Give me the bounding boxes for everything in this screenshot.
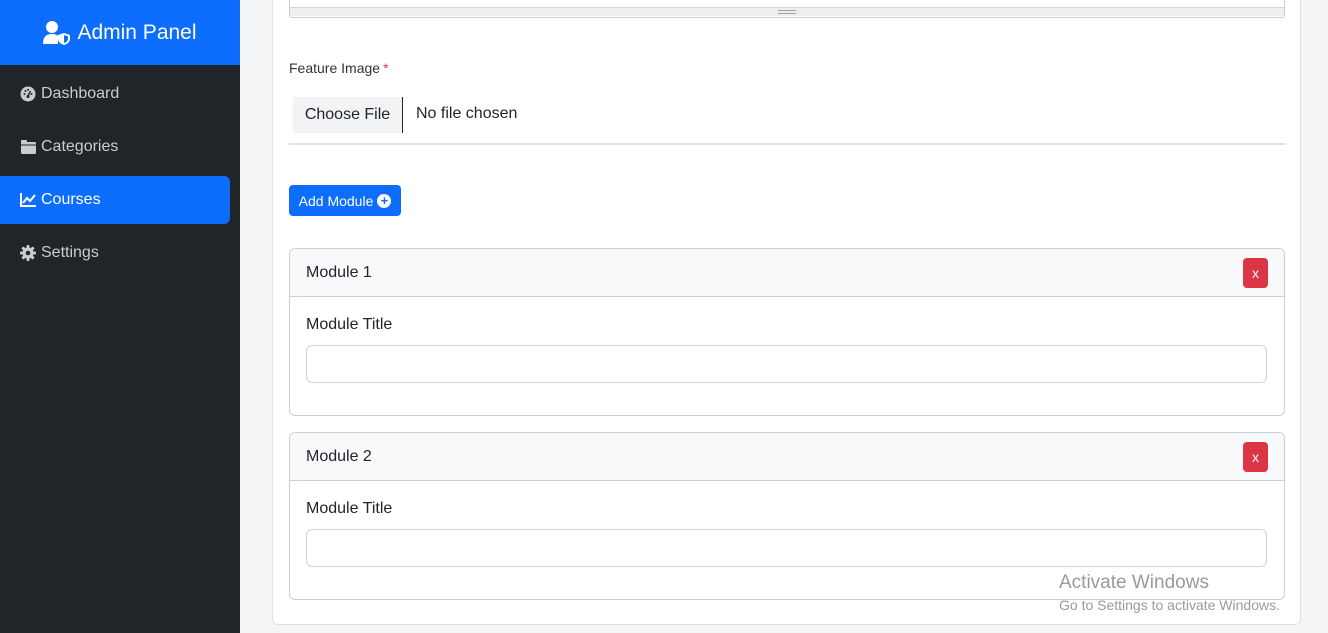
chart-line-icon — [20, 192, 36, 208]
module-title-label: Module Title — [306, 316, 393, 333]
sidebar: Admin Panel Dashboard Categories Courses… — [0, 0, 240, 633]
module-body: Module Title — [290, 481, 1284, 567]
windows-activation-watermark: Activate Windows Go to Settings to activ… — [1059, 572, 1280, 613]
remove-module-button[interactable]: x — [1243, 442, 1268, 472]
module-body: Module Title — [290, 297, 1284, 383]
user-shield-icon — [43, 20, 71, 45]
watermark-subtitle: Go to Settings to activate Windows. — [1059, 597, 1280, 613]
sidebar-item-categories[interactable]: Categories — [0, 123, 230, 171]
module-header-title: Module 2 — [306, 447, 372, 465]
add-module-button[interactable]: Add Module + — [289, 185, 401, 216]
file-status-text: No file chosen — [416, 105, 518, 122]
module-title-input[interactable] — [306, 529, 1267, 567]
module-header: Module 2 x — [290, 433, 1284, 481]
feature-image-label: Feature Image * — [289, 60, 389, 76]
sidebar-item-settings[interactable]: Settings — [0, 229, 230, 277]
sidebar-item-label: Courses — [41, 191, 101, 208]
editor-statusbar — [289, 0, 1285, 18]
module-title-input[interactable] — [306, 345, 1267, 383]
sidebar-nav: Dashboard Categories Courses Settings — [0, 65, 240, 277]
sidebar-item-courses[interactable]: Courses — [0, 176, 230, 224]
watermark-title: Activate Windows — [1059, 572, 1209, 593]
gear-icon — [20, 245, 36, 261]
feature-image-label-text: Feature Image — [289, 60, 381, 76]
required-mark: * — [383, 60, 389, 76]
plus-circle-icon: + — [377, 193, 392, 208]
tachometer-icon — [20, 86, 36, 102]
resize-grip-icon[interactable] — [778, 10, 796, 14]
module-card: Module 1 x Module Title — [289, 248, 1285, 416]
course-form-card: Feature Image * Choose File No file chose… — [272, 0, 1301, 625]
feature-image-input[interactable]: Choose File No file chosen — [289, 97, 1285, 145]
folder-icon — [20, 139, 36, 155]
sidebar-item-dashboard[interactable]: Dashboard — [0, 70, 230, 118]
sidebar-item-label: Dashboard — [41, 85, 120, 102]
choose-file-button[interactable]: Choose File — [293, 97, 403, 133]
sidebar-item-label: Categories — [41, 138, 119, 155]
brand[interactable]: Admin Panel — [0, 0, 240, 65]
remove-module-button[interactable]: x — [1243, 258, 1268, 288]
module-header: Module 1 x — [290, 249, 1284, 297]
module-header-title: Module 1 — [306, 263, 372, 281]
module-title-label: Module Title — [306, 500, 393, 517]
sidebar-item-label: Settings — [41, 244, 99, 261]
brand-title: Admin Panel — [77, 20, 197, 44]
add-module-label: Add Module — [298, 192, 374, 209]
